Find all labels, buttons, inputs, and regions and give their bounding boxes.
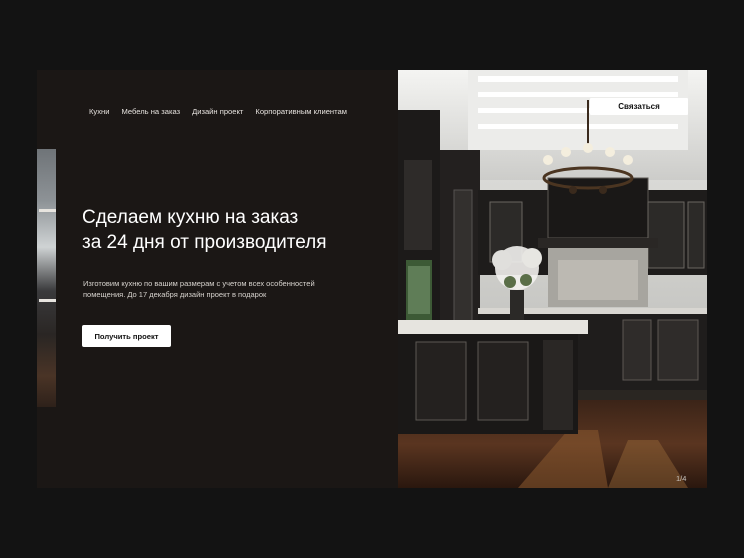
hero-title: Сделаем кухню на заказ за 24 дня от прои… — [82, 205, 382, 255]
previous-slide-preview[interactable] — [37, 149, 56, 407]
hero-subtitle-line-1: Изготовим кухню по вашим размерам с учет… — [83, 279, 315, 288]
contact-button[interactable]: Связаться — [590, 98, 688, 115]
kitchen-illustration — [398, 70, 707, 488]
get-project-button[interactable]: Получить проект — [82, 325, 171, 347]
nav-item-kitchens[interactable]: Кухни — [89, 107, 109, 116]
slide-counter: 1/4 — [676, 474, 687, 483]
kitchen-photo — [398, 70, 707, 488]
hero-title-line-1: Сделаем кухню на заказ — [82, 207, 299, 228]
nav-item-design-project[interactable]: Дизайн проект — [192, 107, 243, 116]
shelf-detail — [39, 299, 56, 302]
hero-title-line-2: за 24 дня от производителя — [82, 232, 327, 253]
nav-item-custom-furniture[interactable]: Мебель на заказ — [121, 107, 180, 116]
hero-subtitle: Изготовим кухню по вашим размерам с учет… — [83, 278, 373, 300]
hero-subtitle-line-2: помещения. До 17 декабря дизайн проект в… — [83, 290, 267, 299]
shelf-detail — [39, 209, 56, 212]
main-nav: Кухни Мебель на заказ Дизайн проект Корп… — [89, 107, 347, 116]
nav-item-corporate-clients[interactable]: Корпоративным клиентам — [255, 107, 347, 116]
